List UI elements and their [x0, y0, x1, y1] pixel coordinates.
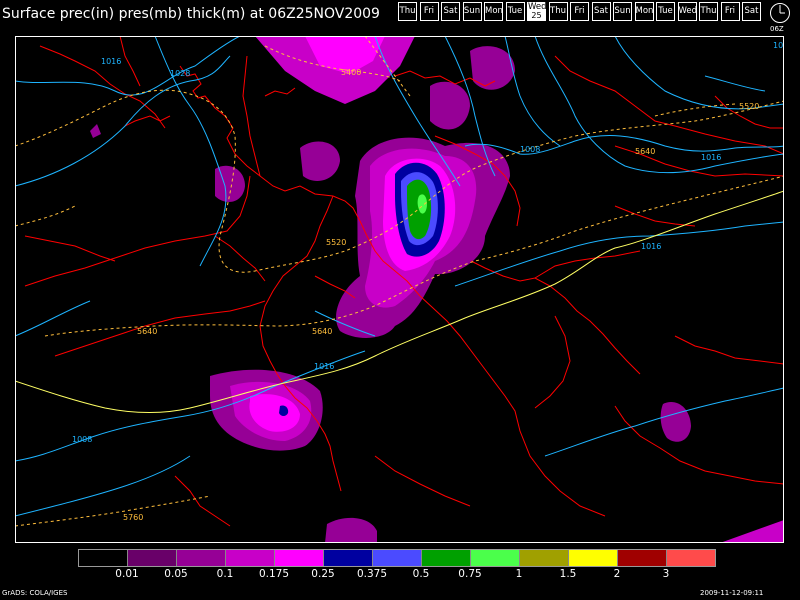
- day-cell: Thu: [398, 2, 417, 21]
- colorbar-label: 0.01: [115, 568, 139, 580]
- map-title: Surface prec(in) pres(mb) thick(m) at 06…: [2, 6, 380, 22]
- day-label: Sat: [443, 6, 458, 16]
- day-strip: Thu Fri Sat Sun Mon Tue Wed 25 Thu Fri Sat Sun Mon Tu…: [398, 2, 764, 23]
- day-label: Tue: [658, 6, 673, 16]
- colorbar-label: 0.1: [216, 568, 234, 580]
- day-cell: Thu: [699, 2, 718, 21]
- day-number: 25: [531, 11, 542, 20]
- colorbar-label: 0.5: [412, 568, 430, 580]
- footer-timestamp: 2009-11-12-09:11: [700, 589, 764, 597]
- day-cell: Wed: [677, 2, 698, 21]
- day-label: Sat: [744, 6, 759, 16]
- day-label: Mon: [485, 6, 503, 16]
- colorbar-swatch: [569, 550, 618, 566]
- day-cell: Tue: [505, 2, 525, 21]
- day-cell: Wed 25: [527, 2, 547, 21]
- day-label: Sun: [463, 6, 481, 16]
- colorbar-label: 0.375: [356, 568, 388, 580]
- day-label: Fri: [423, 6, 435, 16]
- colorbar-swatch: [422, 550, 471, 566]
- day-label: Tue: [507, 6, 523, 16]
- day-label: Thu: [550, 6, 566, 16]
- day-label: Thu: [399, 6, 416, 16]
- day-label: Fri: [724, 6, 736, 16]
- colorbar-label: 0.05: [164, 568, 188, 580]
- colorbar-swatch: [226, 550, 275, 566]
- clock-icon: [770, 3, 790, 23]
- day-label: Wed: [678, 6, 698, 16]
- day-cell: Sat: [742, 2, 761, 21]
- day-cell: Fri: [570, 2, 589, 21]
- colorbar-swatch: [128, 550, 177, 566]
- colorbar-swatch: [667, 550, 715, 566]
- colorbar-label: 0.175: [258, 568, 290, 580]
- day-label: Thu: [700, 6, 717, 16]
- colorbar-label: 0.25: [311, 568, 335, 580]
- colorbar-swatch: [520, 550, 569, 566]
- colorbar-label: 2: [613, 568, 621, 580]
- colorbar-swatch: [618, 550, 667, 566]
- day-cell: Sat: [591, 2, 611, 21]
- day-cell: Thu: [548, 2, 568, 21]
- colorbar-swatch: [177, 550, 226, 566]
- day-cell: Mon: [484, 2, 503, 21]
- clock-label: 06Z: [770, 25, 784, 33]
- day-cell: Sun: [613, 2, 632, 21]
- day-cell: Sun: [462, 2, 482, 21]
- day-cell: Mon: [634, 2, 654, 21]
- colorbar-label: 3: [662, 568, 670, 580]
- colorbar: [78, 549, 716, 567]
- day-cell: Tue: [656, 2, 675, 21]
- day-label: Sat: [594, 6, 608, 16]
- map-frame: [15, 36, 784, 543]
- footer-credit: GrADS: COLA/IGES: [2, 589, 68, 597]
- colorbar-label: 1: [515, 568, 523, 580]
- day-cell: Fri: [720, 2, 740, 21]
- colorbar-swatch: [79, 550, 128, 566]
- day-cell: Sat: [441, 2, 460, 21]
- colorbar-swatch: [275, 550, 324, 566]
- day-label: Sun: [614, 6, 631, 16]
- colorbar-swatch: [471, 550, 520, 566]
- colorbar-label: 1.5: [559, 568, 577, 580]
- colorbar-swatch: [373, 550, 422, 566]
- day-label: Fri: [574, 6, 585, 16]
- day-label: Mon: [635, 6, 654, 16]
- colorbar-swatch: [324, 550, 373, 566]
- day-cell: Fri: [419, 2, 439, 21]
- colorbar-label: 0.75: [458, 568, 482, 580]
